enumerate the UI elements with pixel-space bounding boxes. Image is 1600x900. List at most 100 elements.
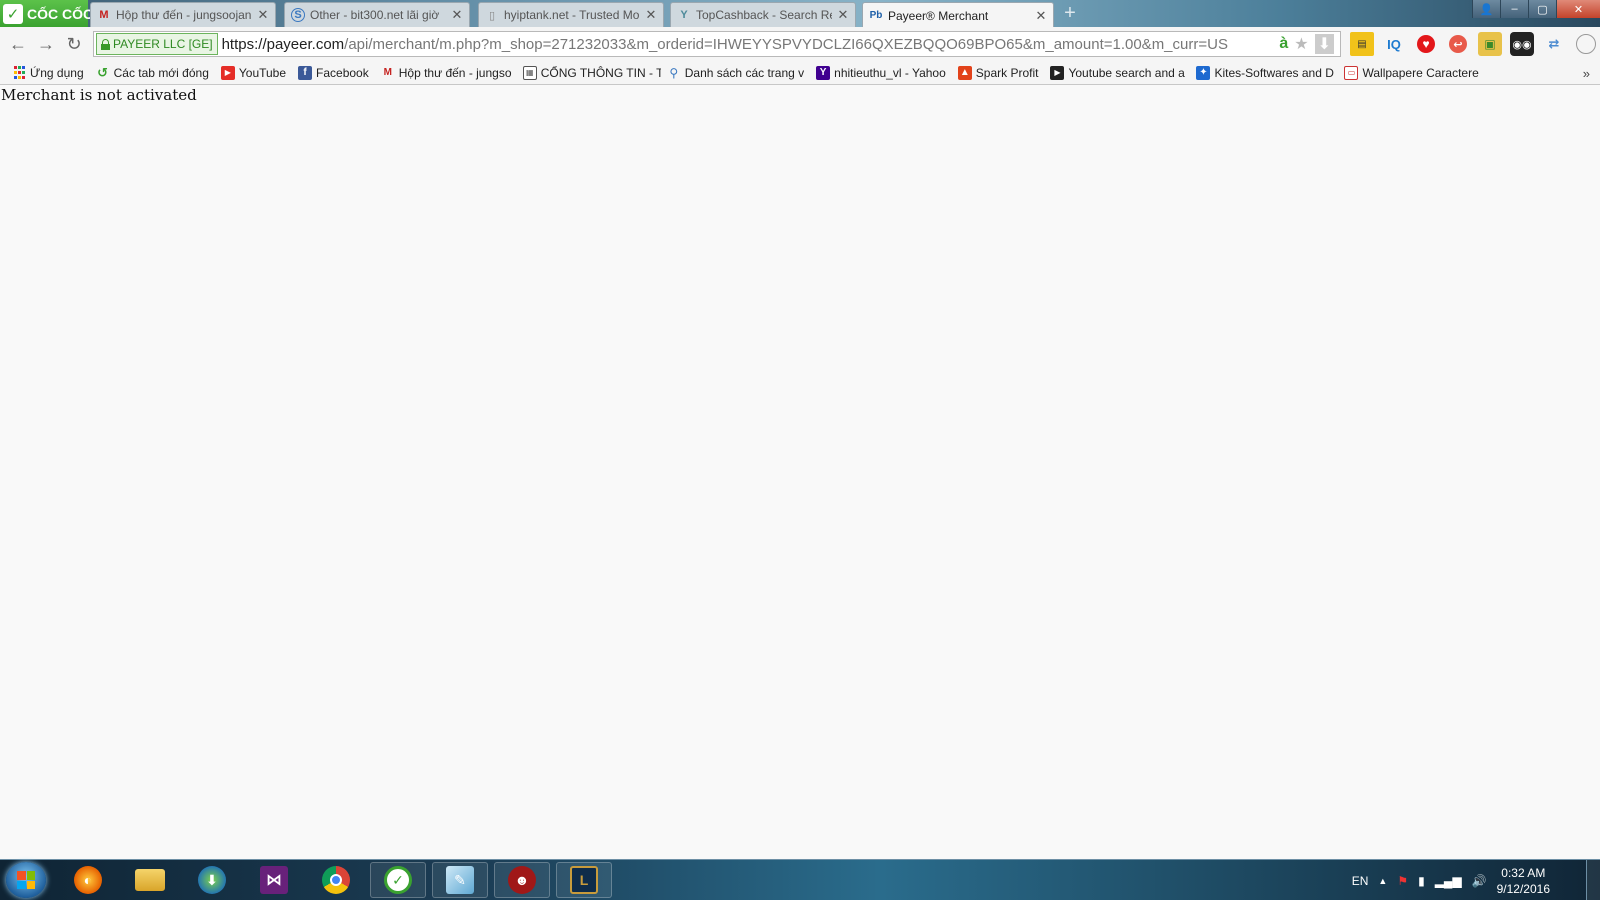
merchant-status-message: Merchant is not activated (1, 86, 197, 104)
new-tab-button[interactable]: + (1060, 3, 1080, 24)
close-tab-icon[interactable]: ✕ (257, 7, 269, 23)
taskbar-visual-studio[interactable]: ⋈ (246, 862, 302, 898)
download-icon[interactable]: ⬇ (1314, 34, 1334, 54)
translate-a-icon[interactable]: à (1279, 35, 1288, 53)
tab-topcashback[interactable]: Y TopCashback - Search Res ✕ (670, 2, 856, 27)
kites-icon: ✦ (1196, 65, 1211, 80)
start-button[interactable] (6, 862, 46, 898)
close-tab-icon[interactable]: ✕ (645, 7, 657, 23)
taskbar-file-explorer[interactable] (122, 862, 178, 898)
league-of-legends-icon: L (570, 866, 598, 894)
taskbar-league[interactable]: L (556, 862, 612, 898)
payeer-icon: Pb (869, 10, 883, 21)
clock[interactable]: 0:32 AM 9/12/2016 (1497, 865, 1550, 897)
menu-circle-icon[interactable] (1574, 32, 1598, 56)
heart-extension-icon[interactable]: ♥ (1414, 32, 1438, 56)
coccoc-leaf-icon: ✓ (3, 3, 23, 24)
forward-button[interactable]: → (32, 30, 60, 58)
show-desktop-button[interactable] (1586, 860, 1600, 900)
bookmark-youtube[interactable]: ▶ YouTube (215, 65, 292, 80)
bookmark-label: Youtube search and a (1068, 65, 1185, 80)
address-bar[interactable]: PAYEER LLC [GE] https://payeer.com/api/m… (93, 31, 1341, 57)
chrome-icon (322, 866, 350, 894)
clock-date: 9/12/2016 (1496, 881, 1550, 896)
volume-icon[interactable]: 🔊 (1472, 874, 1487, 888)
bookmark-youtube-search[interactable]: ▶ Youtube search and a (1044, 65, 1190, 80)
bookmark-label: Ứng dụng (30, 65, 84, 80)
system-tray: EN ▲ ⚑ ▮ ▂▄▆ 🔊 0:32 AM 9/12/2016 (1352, 860, 1550, 900)
network-signal-icon[interactable]: ▂▄▆ (1435, 874, 1462, 888)
youtube-icon: ▶ (220, 65, 235, 80)
taskbar-chrome[interactable] (308, 862, 364, 898)
taskbar-game[interactable]: ☻ (494, 862, 550, 898)
bookmark-recent-tabs[interactable]: ↺ Các tab mới đóng (90, 66, 215, 80)
bookmark-spark-profit[interactable]: ▲ Spark Profit (952, 65, 1045, 80)
tab-title: Payeer® Merchant (888, 8, 989, 23)
facebook-icon: f (298, 65, 313, 80)
bookmark-yahoo[interactable]: Y nhitieuthu_vl - Yahoo (810, 65, 952, 80)
tab-strip: ✓ CỐC CỐC M Hộp thư đến - jungsoojan ✕ S… (0, 0, 1600, 27)
bookmark-facebook[interactable]: f Facebook (292, 65, 375, 80)
star-bookmark-icon[interactable]: ★ (1294, 34, 1308, 54)
visual-studio-icon: ⋈ (260, 866, 288, 894)
back-button[interactable]: ← (4, 30, 32, 58)
bookmark-label: Wallpapere Caractere (1362, 65, 1479, 80)
taskbar-idm[interactable]: ⬇ (184, 862, 240, 898)
bookmark-kites[interactable]: ✦ Kites-Softwares and D (1190, 65, 1338, 80)
bookmark-portal[interactable]: ▦ CỔNG THÔNG TIN - T (517, 65, 661, 80)
language-indicator[interactable]: EN (1352, 874, 1369, 888)
close-tab-icon[interactable]: ✕ (451, 7, 463, 23)
tab-gmail[interactable]: M Hộp thư đến - jungsoojan ✕ (90, 2, 276, 27)
list-icon: ⚲ (669, 65, 679, 80)
close-tab-icon[interactable]: ✕ (1035, 8, 1047, 24)
note-extension-icon[interactable]: ▤ (1350, 32, 1374, 56)
bookmark-site-list[interactable]: ⚲ Danh sách các trang v (661, 66, 810, 80)
mask-extension-icon[interactable]: ◉◉ (1510, 32, 1534, 56)
iq-extension-icon[interactable]: IQ (1382, 32, 1406, 56)
url-text[interactable]: https://payeer.com/api/merchant/m.php?m_… (222, 36, 1280, 53)
bookmarks-overflow-button[interactable]: » (1583, 61, 1590, 85)
lock-icon (101, 38, 110, 50)
close-tab-icon[interactable]: ✕ (837, 7, 849, 23)
tab-hyiptank[interactable]: ▯ hyiptank.net - Trusted Mo ✕ (478, 2, 664, 27)
bookmark-label: Kites-Softwares and D (1214, 65, 1334, 80)
url-path: /api/merchant/m.php?m_shop=271232033&m_o… (344, 35, 1228, 53)
sync-extension-icon[interactable]: ⇄ (1542, 32, 1566, 56)
show-hidden-icons-button[interactable]: ▲ (1378, 876, 1387, 886)
window-controls: 👤 – ▢ ✕ (1472, 0, 1600, 18)
action-center-flag-icon[interactable]: ⚑ (1397, 874, 1408, 888)
box-extension-icon[interactable]: ▣ (1478, 32, 1502, 56)
omnibox-actions: à ★ ⬇ (1279, 34, 1340, 54)
red-circle-extension-icon[interactable]: ↩ (1446, 32, 1470, 56)
profile-icon[interactable]: 👤 (1472, 0, 1500, 18)
ev-certificate-badge[interactable]: PAYEER LLC [GE] (96, 33, 218, 55)
portal-icon: ▦ (522, 65, 537, 80)
bookmark-apps[interactable]: Ứng dụng (6, 66, 90, 80)
page-icon: ▯ (488, 9, 496, 22)
taskbar-firefox[interactable]: ◐ (60, 862, 116, 898)
video-icon: ▶ (1050, 65, 1065, 80)
close-window-button[interactable]: ✕ (1556, 0, 1600, 18)
tab-payeer-merchant[interactable]: Pb Payeer® Merchant ✕ (862, 2, 1054, 27)
history-icon: ↺ (97, 65, 109, 80)
tab-title: Other - bit300.net lãi giờ (310, 8, 440, 22)
maximize-button[interactable]: ▢ (1528, 0, 1556, 18)
taskbar-notepad[interactable]: ✎ (432, 862, 488, 898)
tab-title: TopCashback - Search Res (696, 8, 832, 22)
power-icon[interactable]: ▮ (1418, 874, 1425, 888)
page-content: Merchant is not activated (0, 86, 1600, 859)
taskbar-coccoc[interactable]: ✓ (370, 862, 426, 898)
minimize-button[interactable]: – (1500, 0, 1528, 18)
gmail-icon: M (99, 9, 109, 21)
ev-label: PAYEER LLC [GE] (113, 37, 213, 51)
browser-toolbar: ← → ↻ PAYEER LLC [GE] https://payeer.com… (0, 27, 1600, 61)
tab-bit300[interactable]: S Other - bit300.net lãi giờ ✕ (284, 2, 470, 27)
notepad-icon: ✎ (446, 866, 474, 894)
game-character-icon: ☻ (508, 866, 536, 894)
windows-logo-icon (17, 871, 35, 889)
coccoc-logo[interactable]: ✓ CỐC CỐC (0, 0, 93, 27)
extensions-area: ▤ IQ ♥ ↩ ▣ ◉◉ ⇄ (1350, 31, 1598, 57)
bookmark-gmail[interactable]: M Hộp thư đến - jungso (375, 66, 517, 80)
reload-button[interactable]: ↻ (60, 30, 88, 58)
bookmark-wallpaper[interactable]: ▭ Wallpapere Caractere (1338, 65, 1484, 80)
